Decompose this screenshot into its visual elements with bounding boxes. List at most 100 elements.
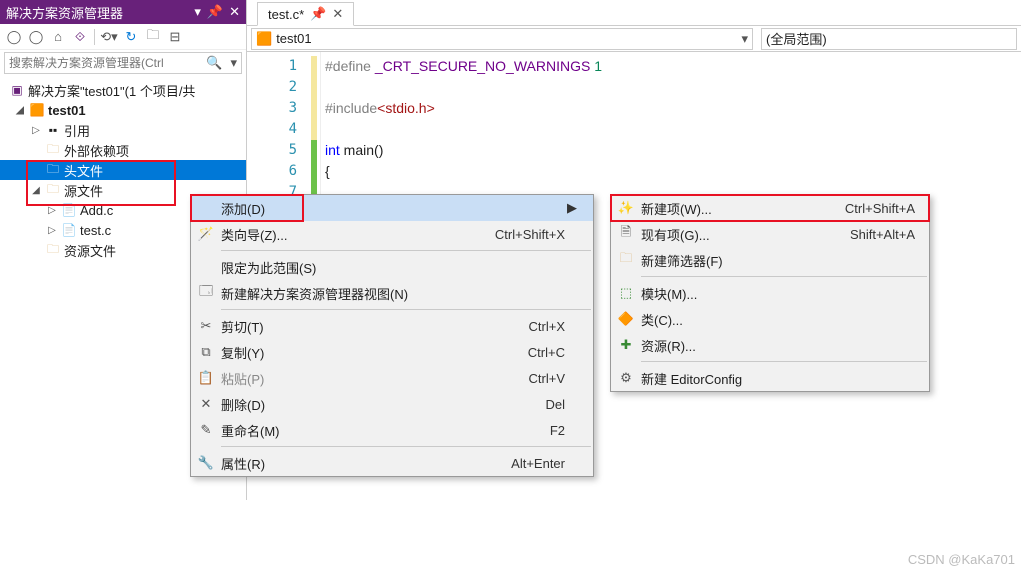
scope-dropdown[interactable]: (全局范围) [761,28,1017,50]
menu-properties[interactable]: 🔧属性(R) Alt+Enter [191,450,593,476]
change-margin [307,52,321,203]
menu-add[interactable]: 添加(D)▶ [191,195,593,221]
solution-icon: ▣ [9,82,25,98]
menu-delete[interactable]: ✕删除(D) Del [191,391,593,417]
project-label: test01 [48,103,86,118]
code-token: 1 [590,58,602,74]
headers-node[interactable]: 🗀 头文件 [0,160,246,180]
menu-label: 剪切(T) [221,317,499,336]
switch-view-icon[interactable]: ⟐ [70,27,90,47]
menu-separator [221,446,591,447]
solution-node[interactable]: ▣ 解决方案"test01"(1 个项目/共 [0,80,246,100]
file-label: test.c [80,223,111,238]
back-icon[interactable]: ◯ [4,27,24,47]
menu-separator [221,250,591,251]
folder-icon: 🗀 [45,142,61,158]
menu-new-filter[interactable]: 🗀新建筛选器(F) [611,247,929,273]
show-all-icon[interactable]: 🗀 [143,27,163,47]
menu-class-wizard[interactable]: 🪄类向导(Z)...Ctrl+Shift+X [191,221,593,247]
code-area[interactable]: 1234567 #define _CRT_SECURE_NO_WARNINGS … [247,52,1021,203]
menu-label: 复制(Y) [221,343,498,362]
menu-label: 删除(D) [221,395,515,414]
wrench-icon: 🔧 [191,455,221,471]
menu-class[interactable]: 🔶类(C)... [611,306,929,332]
folder-icon: 🗀 [45,162,61,178]
refresh-icon[interactable]: ⟲▾ [99,27,119,47]
tab-test-c[interactable]: test.c* 📌 ✕ [257,2,354,26]
folder-icon: 🗀 [45,182,61,198]
module-icon: ⬚ [611,285,641,301]
shortcut: Alt+Enter [511,456,565,471]
close-icon[interactable]: ✕ [229,4,240,20]
external-deps-label: 外部依赖项 [64,141,129,160]
dropdown-icon[interactable]: ▾ [194,4,201,20]
project-dropdown[interactable]: 🟧test01 ▾ [251,28,753,50]
panel-toolbar: ◯ ◯ ⌂ ⟐ ⟲▾ ↻ 🗀 ⊟ [0,24,246,50]
expand-icon[interactable]: ◢ [30,185,42,196]
forward-icon[interactable]: ◯ [26,27,46,47]
menu-scope[interactable]: 限定为此范围(S) [191,254,593,280]
references-node[interactable]: ▷ ▪▪ 引用 [0,120,246,140]
menu-new-view[interactable]: 🗔新建解决方案资源管理器视图(N) [191,280,593,306]
menu-new-item[interactable]: ✨新建项(W)... Ctrl+Shift+A [611,195,929,221]
rename-icon: ✎ [191,422,221,438]
references-icon: ▪▪ [45,122,61,138]
class-icon: 🔶 [611,311,641,327]
pin-icon[interactable]: 📌 [310,6,326,22]
project-node[interactable]: ◢ 🟧 test01 [0,100,246,120]
search-input[interactable] [5,56,202,70]
paste-icon: 📋 [191,370,221,386]
menu-label: 类向导(Z)... [221,225,465,244]
editorconfig-icon: ⚙ [611,370,641,386]
code-token: { [325,163,330,179]
sources-label: 源文件 [64,181,103,200]
search-icon[interactable]: 🔍 [202,55,226,71]
new-item-icon: ✨ [611,200,641,216]
home-icon[interactable]: ⌂ [48,27,68,47]
menu-label: 属性(R) [221,454,481,473]
code-token: _CRT_SECURE_NO_WARNINGS [375,58,591,74]
search-chevron-icon[interactable]: ▾ [226,55,241,71]
menu-editorconfig[interactable]: ⚙新建 EditorConfig [611,365,929,391]
source-text[interactable]: #define _CRT_SECURE_NO_WARNINGS 1 #inclu… [321,52,602,203]
view-icon: 🗔 [191,282,221,304]
nav-right-label: (全局范围) [766,29,827,48]
sync-icon[interactable]: ↻ [121,27,141,47]
panel-titlebar: 解决方案资源管理器 ▾ 📌 ✕ [0,0,246,24]
file-label: Add.c [80,203,113,218]
search-box[interactable]: 🔍 ▾ [4,52,242,74]
menu-rename[interactable]: ✎重命名(M)F2 [191,417,593,443]
delete-icon: ✕ [191,396,221,412]
expand-icon[interactable]: ◢ [14,105,26,116]
expand-icon[interactable]: ▷ [30,125,42,136]
expand-icon[interactable]: ▷ [46,225,58,236]
filter-icon: 🗀 [611,249,641,271]
nav-dropdowns: 🟧test01 ▾ (全局范围) [247,26,1021,52]
resources-label: 资源文件 [64,241,116,260]
shortcut: Ctrl+Shift+A [845,201,915,216]
menu-cut[interactable]: ✂剪切(T)Ctrl+X [191,313,593,339]
shortcut: Ctrl+X [529,319,565,334]
folder-icon: 🗀 [45,242,61,258]
menu-label: 现有项(G)... [641,225,820,244]
menu-existing-item[interactable]: 🗎现有项(G)...Shift+Alt+A [611,221,929,247]
menu-label: 添加(D) [221,199,565,218]
shortcut: Del [545,397,565,412]
code-token: #define [325,58,375,74]
menu-label: 新建项(W)... [641,199,815,218]
editor-area: test.c* 📌 ✕ 🟧test01 ▾ (全局范围) 1234567 #de… [247,0,1021,203]
external-deps-node[interactable]: 🗀 外部依赖项 [0,140,246,160]
shortcut: Ctrl+V [529,371,565,386]
menu-label: 新建解决方案资源管理器视图(N) [221,284,565,303]
code-token: main() [340,142,384,158]
collapse-icon[interactable]: ⊟ [165,27,185,47]
close-icon[interactable]: ✕ [332,6,343,22]
add-submenu: ✨新建项(W)...Ctrl+Shift+A 🗎现有项(G)...Shift+A… [610,194,930,392]
expand-icon[interactable]: ▷ [46,205,58,216]
pin-icon[interactable]: 📌 [207,4,223,20]
panel-title-text: 解决方案资源管理器 [6,3,123,22]
shortcut: Shift+Alt+A [850,227,915,242]
menu-module[interactable]: ⬚模块(M)... [611,280,929,306]
menu-copy[interactable]: ⧉复制(Y)Ctrl+C [191,339,593,365]
menu-resource[interactable]: ✚资源(R)... [611,332,929,358]
